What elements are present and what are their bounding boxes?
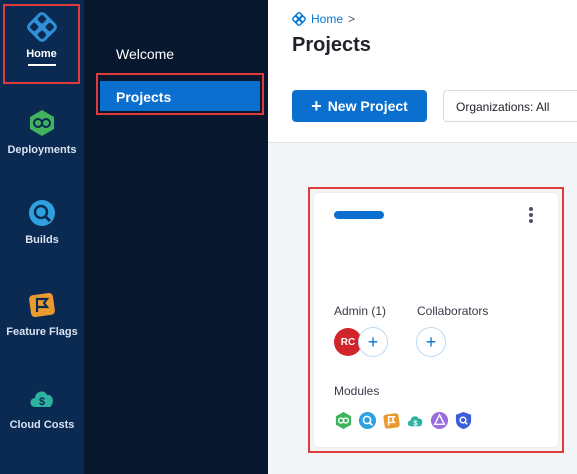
cd-icon bbox=[334, 411, 353, 430]
subnav-item-projects-highlight: Projects bbox=[96, 73, 264, 115]
ff-icon bbox=[382, 411, 401, 430]
rail-item-label: Builds bbox=[25, 234, 59, 246]
cloud-costs-icon: $ bbox=[30, 391, 53, 408]
organizations-select[interactable]: Organizations: All bbox=[443, 90, 577, 122]
rail-item-feature-flags[interactable]: Feature Flags bbox=[0, 290, 84, 338]
rail-item-builds[interactable]: Builds bbox=[0, 198, 84, 246]
active-indicator bbox=[27, 64, 56, 66]
new-project-button[interactable]: + New Project bbox=[292, 90, 427, 122]
project-color-bar bbox=[334, 211, 384, 219]
project-card[interactable]: Admin (1) Collaborators RC + + Modules $ bbox=[314, 193, 558, 447]
deployments-icon bbox=[30, 110, 54, 136]
secondary-nav: Welcome Projects bbox=[84, 0, 268, 474]
rail-item-label: Home bbox=[26, 48, 57, 60]
sto-icon bbox=[454, 411, 473, 430]
page-header: Home > Projects + New Project Organizati… bbox=[268, 0, 577, 143]
more-options-icon[interactable] bbox=[528, 207, 534, 225]
add-collaborator-button[interactable]: + bbox=[416, 327, 446, 357]
svg-text:$: $ bbox=[39, 396, 45, 408]
project-card-highlight: Admin (1) Collaborators RC + + Modules $ bbox=[308, 187, 564, 453]
breadcrumb-separator: > bbox=[348, 12, 356, 26]
ci-icon bbox=[358, 411, 377, 430]
main-content: Home > Projects + New Project Organizati… bbox=[268, 0, 577, 474]
rail-item-deployments[interactable]: Deployments bbox=[0, 108, 84, 156]
subnav-item-projects[interactable]: Projects bbox=[100, 81, 260, 111]
admin-label: Admin (1) bbox=[334, 304, 387, 318]
collaborators-label: Collaborators bbox=[417, 304, 489, 318]
modules-label: Modules bbox=[334, 384, 380, 398]
harness-home-icon bbox=[292, 12, 306, 26]
subnav-item-welcome[interactable]: Welcome bbox=[116, 46, 174, 62]
harness-home-icon bbox=[26, 12, 57, 42]
new-project-label: New Project bbox=[327, 98, 408, 114]
page-title: Projects bbox=[292, 34, 371, 56]
modules-list: $ bbox=[334, 411, 473, 430]
rail-item-label: Feature Flags bbox=[6, 326, 78, 338]
breadcrumb-home-link[interactable]: Home bbox=[311, 12, 343, 26]
chaos-icon bbox=[430, 411, 449, 430]
ccm-icon: $ bbox=[406, 411, 425, 430]
rail-item-cloud-costs[interactable]: $ Cloud Costs bbox=[0, 383, 84, 431]
rail-item-home[interactable]: Home bbox=[3, 4, 80, 84]
plus-icon: + bbox=[311, 96, 322, 116]
builds-icon bbox=[29, 200, 55, 226]
primary-nav-rail: Home Deployments Builds Feature Flags $ … bbox=[0, 0, 84, 474]
feature-flags-icon bbox=[29, 292, 55, 318]
breadcrumb: Home > bbox=[292, 12, 355, 26]
add-admin-button[interactable]: + bbox=[358, 327, 388, 357]
rail-item-label: Cloud Costs bbox=[9, 419, 75, 431]
rail-item-label: Deployments bbox=[7, 144, 77, 156]
